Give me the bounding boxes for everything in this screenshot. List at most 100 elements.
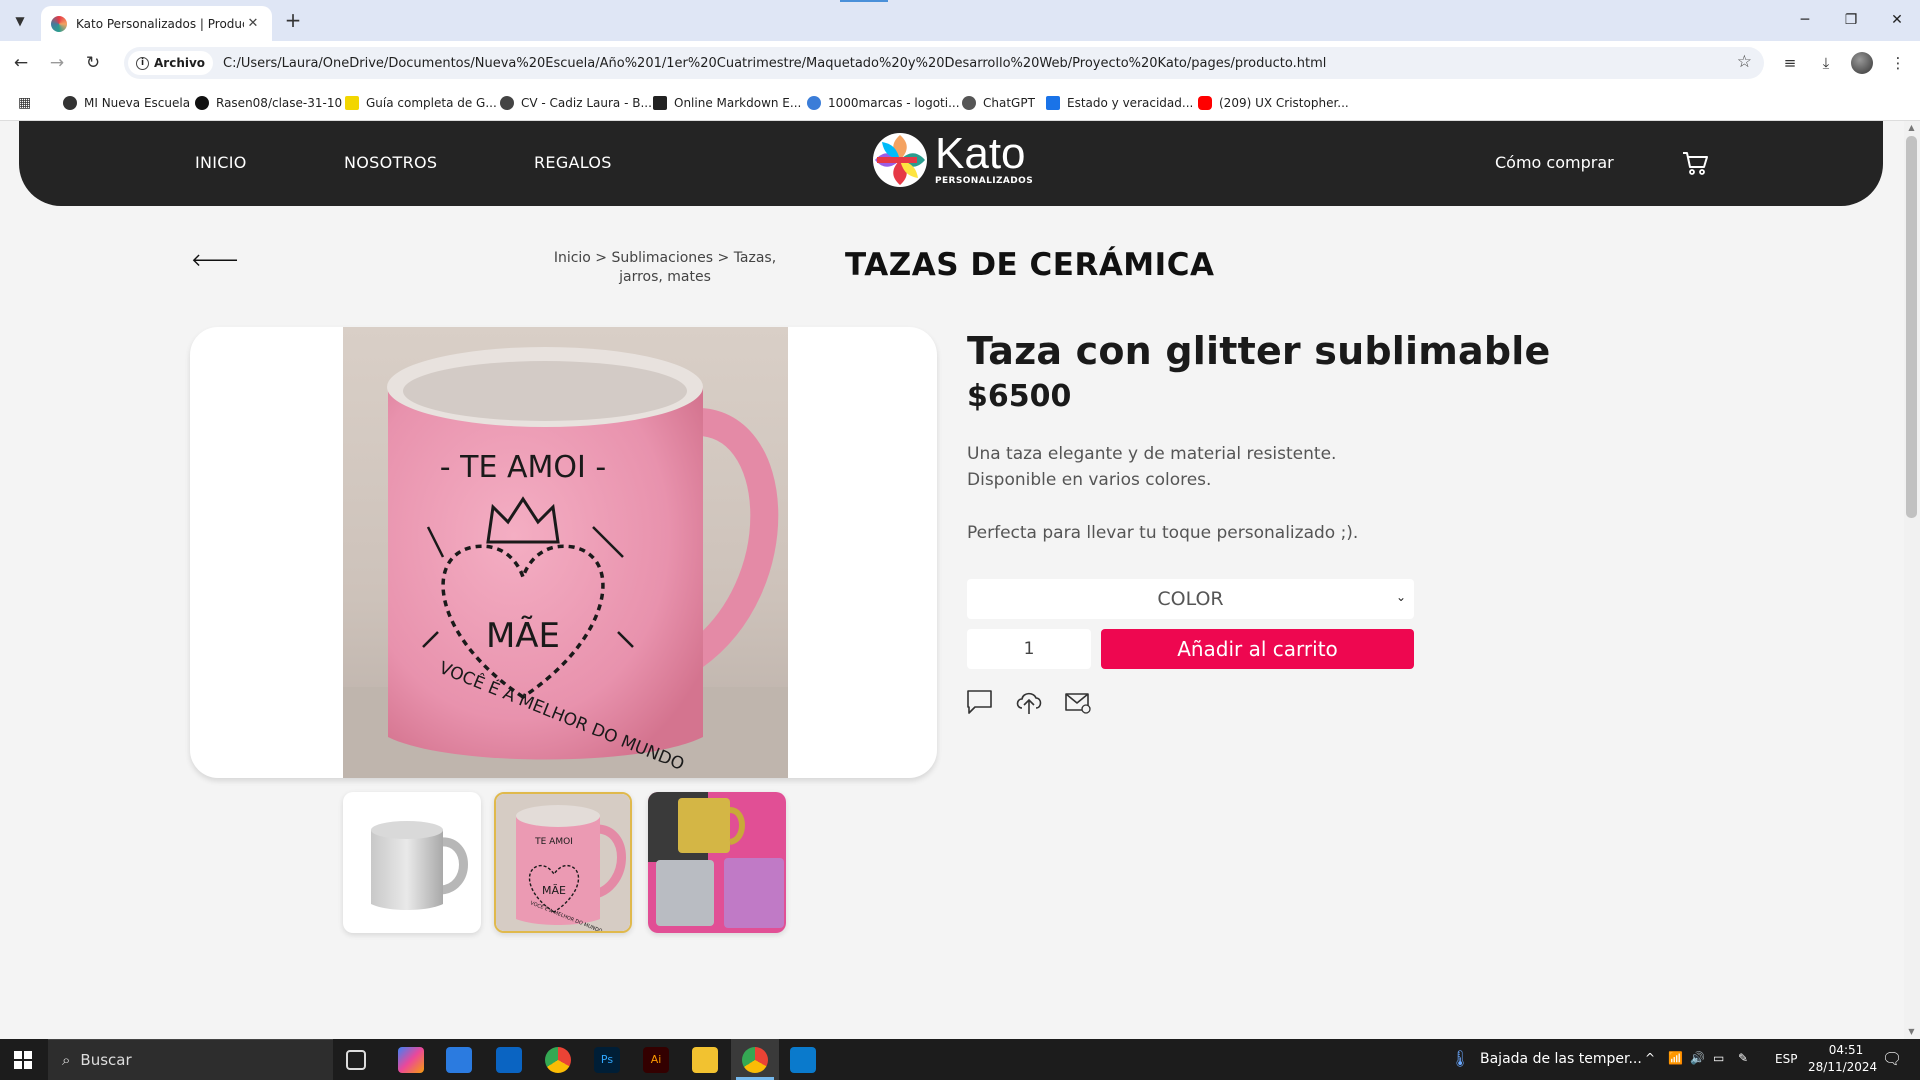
close-window-icon[interactable]: ✕: [1882, 8, 1912, 32]
taskbar-search[interactable]: ⌕ Buscar: [48, 1039, 333, 1080]
thumbnail-silver-mug[interactable]: [343, 792, 481, 933]
category-title: TAZAS DE CERÁMICA: [845, 247, 1215, 283]
minimize-icon[interactable]: ─: [1790, 8, 1820, 32]
logo-subtitle: PERSONALIZADOS: [935, 176, 1034, 186]
apps-grid-icon[interactable]: ▦: [18, 95, 31, 111]
volume-icon[interactable]: 🔊: [1690, 1051, 1705, 1065]
thumbnail-pink-mug-selected[interactable]: TE AMOI MÃE VOCÊ É A MELHOR DO MUNDO: [494, 792, 632, 933]
restore-icon[interactable]: ❐: [1836, 8, 1866, 32]
search-icon: ⌕: [62, 1051, 71, 1069]
pink-glitter-mug-image: - TE AMOI - MÃE VOCÊ É A MELHOR DO MUNDO: [343, 347, 788, 778]
windows-taskbar: ⌕ Buscar Ps Ai 🌡 Bajada de las temper...…: [0, 1039, 1920, 1080]
quantity-input[interactable]: 1: [967, 629, 1091, 669]
color-select[interactable]: COLOR ⌄: [967, 579, 1414, 619]
site-info-chip[interactable]: i Archivo: [128, 51, 214, 75]
behance-icon: [500, 96, 514, 110]
task-view-icon[interactable]: [346, 1050, 366, 1070]
cart-icon[interactable]: [1681, 149, 1709, 177]
bookmark-item[interactable]: Estado y veracidad...: [1046, 94, 1193, 112]
language-indicator[interactable]: ESP: [1775, 1052, 1797, 1066]
github-icon: [195, 96, 209, 110]
bookmark-item[interactable]: ChatGPT: [962, 94, 1035, 112]
chrome-icon[interactable]: [545, 1047, 571, 1073]
add-to-cart-button[interactable]: Añadir al carrito: [1101, 629, 1414, 669]
flag-icon: [1046, 96, 1060, 110]
windows-start-icon[interactable]: [14, 1051, 32, 1069]
photoshop-icon[interactable]: Ps: [594, 1047, 620, 1073]
menu-kebab-icon[interactable]: ⋮: [1886, 51, 1910, 75]
clock-date[interactable]: 28/11/2024: [1808, 1060, 1877, 1074]
store-icon[interactable]: [446, 1047, 472, 1073]
product-description-line: Una taza elegante y de material resisten…: [967, 444, 1337, 464]
info-icon: i: [136, 56, 149, 70]
weather-text[interactable]: Bajada de las temper...: [1480, 1051, 1642, 1067]
bookmarks-bar: ▦ MI Nueva Escuela Rasen08/clase-31-10 G…: [0, 85, 1920, 121]
mug-text-top: - TE AMOI -: [440, 450, 606, 485]
forward-icon[interactable]: →: [45, 51, 69, 75]
bookmark-item[interactable]: 1000marcas - logoti...: [807, 94, 960, 112]
outlook-icon[interactable]: [496, 1047, 522, 1073]
nav-regalos[interactable]: REGALOS: [534, 153, 612, 172]
product-name: Taza con glitter sublimable: [967, 329, 1551, 373]
color-select-value: COLOR: [1157, 588, 1224, 610]
scroll-up-icon[interactable]: ▲: [1906, 123, 1917, 132]
scroll-down-icon[interactable]: ▼: [1906, 1027, 1917, 1036]
page-viewport: INICIO NOSOTROS REGALOS Kato PERSONALIZA…: [0, 121, 1904, 1039]
tray-chevron-icon[interactable]: ^: [1645, 1051, 1655, 1065]
notifications-icon[interactable]: 🗨: [1882, 1049, 1902, 1068]
thermometer-icon[interactable]: 🌡: [1450, 1049, 1470, 1068]
vscode-icon[interactable]: [790, 1047, 816, 1073]
bookmark-item[interactable]: Guía completa de G...: [345, 94, 497, 112]
markdown-icon: [653, 96, 667, 110]
new-tab-plus-icon[interactable]: +: [281, 9, 305, 33]
pen-icon[interactable]: ✎: [1738, 1051, 1748, 1065]
product-description: Una taza elegante y de material resisten…: [967, 441, 1336, 493]
cloud-upload-icon[interactable]: [1014, 688, 1044, 716]
mug-text-center: MÃE: [486, 616, 560, 656]
bookmark-item[interactable]: Rasen08/clase-31-10: [195, 94, 342, 112]
email-icon[interactable]: [1063, 688, 1093, 716]
profile-avatar[interactable]: [1851, 52, 1873, 74]
bookmark-item[interactable]: CV - Cadiz Laura - B...: [500, 94, 652, 112]
download-icon[interactable]: ⤓: [1814, 51, 1838, 75]
back-arrow-icon[interactable]: 🡐: [191, 250, 239, 271]
back-icon[interactable]: ←: [9, 51, 33, 75]
reload-icon[interactable]: ↻: [81, 51, 105, 75]
site-info-label: Archivo: [154, 56, 206, 70]
bookmark-item[interactable]: (209) UX Cristopher...: [1198, 94, 1349, 112]
bookmark-item[interactable]: MI Nueva Escuela: [63, 94, 190, 112]
tab-close-icon[interactable]: ✕: [244, 16, 262, 31]
nav-nosotros[interactable]: NOSOTROS: [344, 153, 437, 172]
chatgpt-icon: [962, 96, 976, 110]
main-product-photo: - TE AMOI - MÃE VOCÊ É A MELHOR DO MUNDO: [343, 327, 788, 778]
browser-tab-active[interactable]: Kato Personalizados | Producto ✕: [41, 6, 272, 41]
scrollbar-thumb[interactable]: [1906, 136, 1917, 518]
bookmark-item[interactable]: Online Markdown E...: [653, 94, 801, 112]
site-favicon-icon: [51, 15, 67, 32]
thumb-text-top: TE AMOI: [534, 837, 573, 847]
url-text[interactable]: C:/Users/Laura/OneDrive/Documentos/Nueva…: [223, 56, 1326, 71]
file-explorer-icon[interactable]: [692, 1047, 718, 1073]
thumbnail-colored-mugs[interactable]: [648, 792, 786, 933]
logo-flower-icon: [873, 133, 927, 187]
copilot-icon[interactable]: [398, 1047, 424, 1073]
illustrator-icon[interactable]: Ai: [643, 1047, 669, 1073]
battery-icon[interactable]: ▭: [1713, 1051, 1724, 1065]
how-to-buy-link[interactable]: Cómo comprar: [1495, 153, 1614, 172]
youtube-icon: [1198, 96, 1212, 110]
chrome-active-icon[interactable]: [742, 1047, 768, 1073]
media-queue-icon[interactable]: ≡: [1778, 51, 1802, 75]
breadcrumb[interactable]: Inicio > Sublimaciones > Tazas, jarros, …: [530, 249, 800, 287]
tab-search-chevron-icon[interactable]: ▼: [8, 9, 32, 33]
globe-icon: [807, 96, 821, 110]
clock-time[interactable]: 04:51: [1822, 1043, 1870, 1057]
nav-inicio[interactable]: INICIO: [195, 153, 247, 172]
network-icon[interactable]: 📶: [1668, 1051, 1683, 1065]
taskbar-search-placeholder: Buscar: [80, 1051, 132, 1069]
address-bar[interactable]: i Archivo C:/Users/Laura/OneDrive/Docume…: [124, 47, 1764, 79]
kato-logo[interactable]: Kato PERSONALIZADOS: [869, 129, 1033, 191]
bookmark-star-icon[interactable]: ☆: [1737, 52, 1752, 72]
thumb-text-center: MÃE: [542, 884, 566, 897]
main-product-image-card: - TE AMOI - MÃE VOCÊ É A MELHOR DO MUNDO: [190, 327, 937, 778]
chat-bubble-icon[interactable]: [965, 688, 995, 716]
